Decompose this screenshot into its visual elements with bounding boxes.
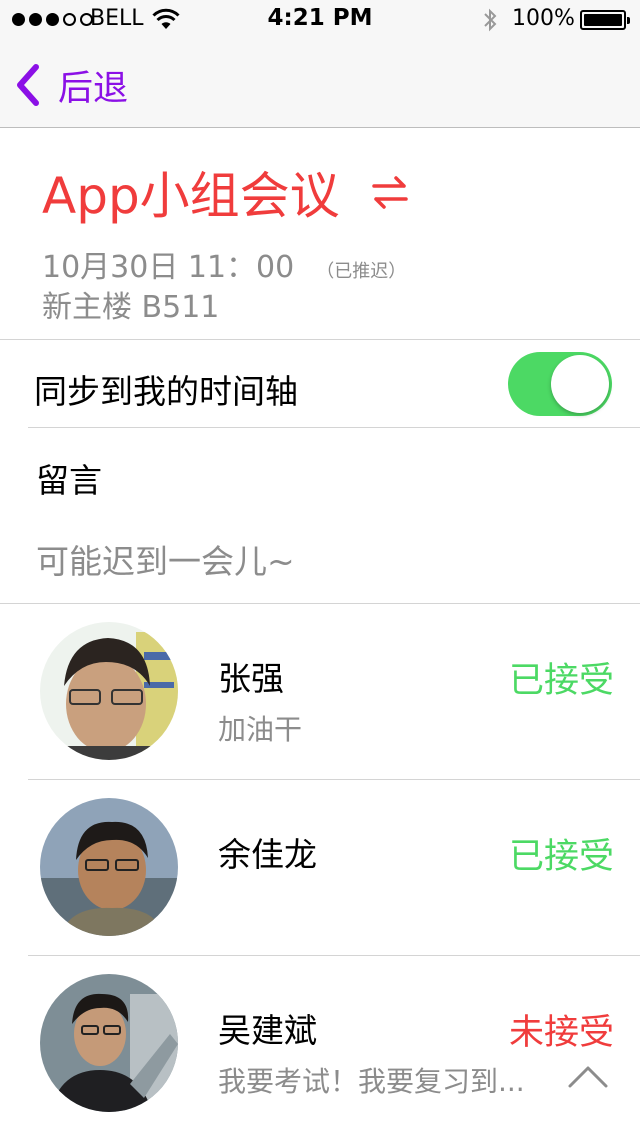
- swap-arrows-icon[interactable]: [370, 172, 410, 212]
- attendee-name: 吴建斌: [218, 1011, 317, 1050]
- attendee-note: 加油干: [218, 713, 303, 746]
- top-bar: BELL 4:21 PM 100% 后退: [0, 0, 640, 128]
- event-meta: 10月30日 11：00 （已推迟） 新主楼 B511: [42, 250, 406, 326]
- attendee-note: 我要考试！我要复习到...: [218, 1065, 525, 1098]
- back-button[interactable]: 后退: [14, 60, 128, 110]
- attendee-status: 已接受: [508, 837, 614, 877]
- attendee-status: 已接受: [508, 661, 614, 701]
- bluetooth-icon: [484, 8, 497, 32]
- toggle-knob: [551, 355, 609, 413]
- avatar: [40, 974, 178, 1112]
- attendee-row[interactable]: 吴建斌 我要考试！我要复习到... 未接受: [0, 956, 640, 1132]
- status-bar: BELL 4:21 PM 100%: [0, 0, 640, 40]
- divider: [28, 427, 640, 428]
- attendee-name: 张强: [218, 659, 284, 698]
- back-label: 后退: [58, 68, 129, 109]
- event-title-row: App小组会议: [42, 156, 410, 228]
- avatar: [40, 622, 178, 760]
- attendee-row[interactable]: 余佳龙 已接受: [0, 780, 640, 956]
- battery-icon: [580, 10, 630, 30]
- divider: [0, 339, 640, 340]
- message-label: 留言: [36, 461, 102, 500]
- event-location: 新主楼 B511: [42, 290, 220, 325]
- battery-percent: 100%: [512, 6, 575, 31]
- event-status: （已推迟）: [316, 261, 407, 282]
- chevron-left-icon: [17, 64, 39, 106]
- message-text[interactable]: 可能迟到一会儿~: [36, 535, 295, 583]
- sync-toggle[interactable]: [508, 352, 612, 416]
- attendee-status: 未接受: [508, 1013, 614, 1053]
- sync-label: 同步到我的时间轴: [34, 372, 298, 411]
- event-title: App小组会议: [42, 167, 340, 225]
- attendee-name: 余佳龙: [218, 835, 317, 874]
- chevron-up-icon[interactable]: [566, 1062, 610, 1090]
- avatar: [40, 798, 178, 936]
- event-datetime: 10月30日 11：00: [42, 250, 295, 285]
- attendee-row[interactable]: 张强 加油干 已接受: [0, 604, 640, 780]
